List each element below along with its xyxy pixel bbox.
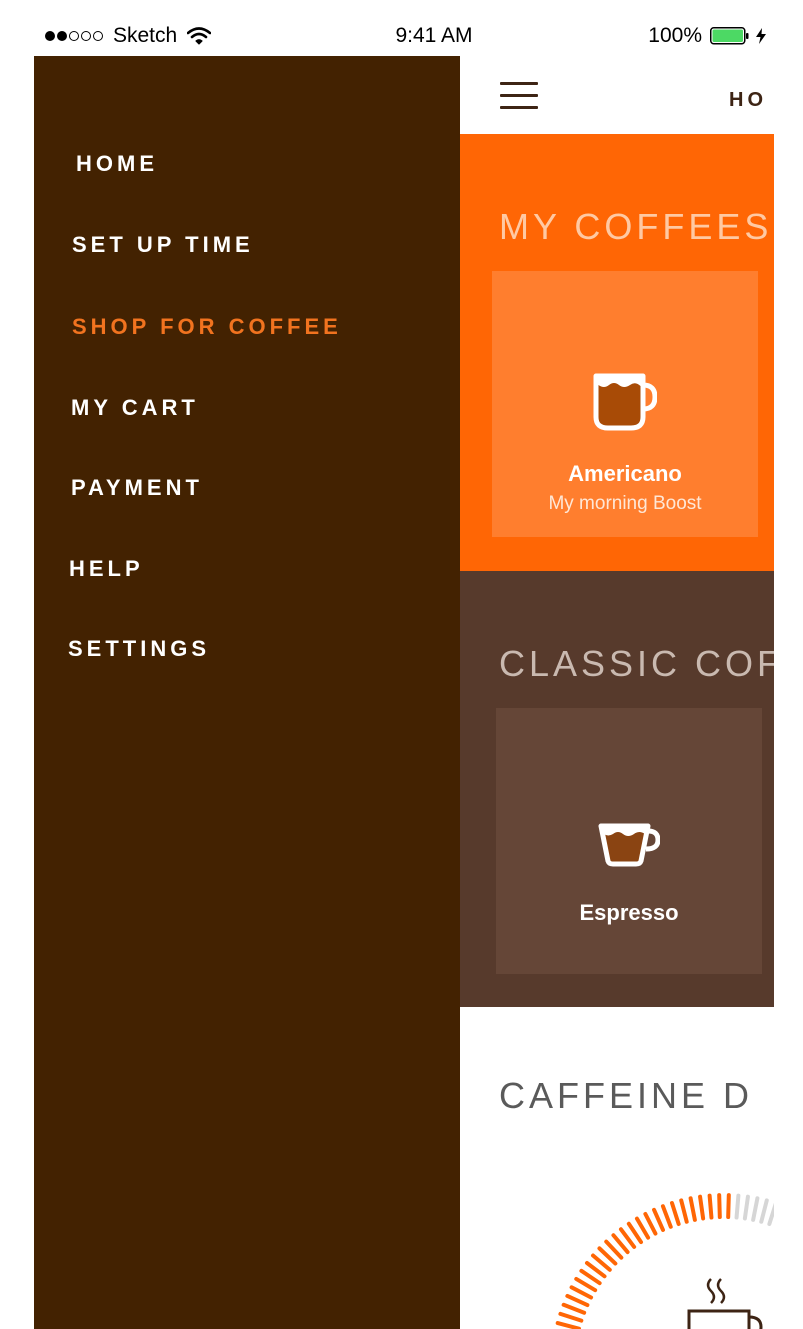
- nav-item-my-cart[interactable]: MY CART: [71, 395, 199, 421]
- status-right: 100%: [648, 24, 766, 48]
- hamburger-menu-icon[interactable]: [500, 82, 538, 112]
- gauge-tick: [569, 1285, 594, 1300]
- coffee-card-espresso[interactable]: Espresso: [496, 708, 762, 974]
- gauge-tick: [669, 1201, 681, 1227]
- gauge-tick: [565, 1293, 590, 1308]
- nav-item-set-up-time[interactable]: SET UP TIME: [72, 232, 254, 258]
- gauge-tick: [643, 1212, 658, 1236]
- gauge-tick: [734, 1193, 741, 1220]
- nav-item-help[interactable]: HELP: [69, 556, 144, 582]
- gauge-tick: [652, 1207, 665, 1232]
- gauge-tick: [660, 1204, 673, 1229]
- my-coffees-title: MY COFFEES: [499, 206, 773, 247]
- signal-strength-icon: [45, 31, 105, 41]
- caffeine-title: CAFFEINE D: [499, 1075, 754, 1116]
- nav-item-home[interactable]: HOME: [76, 151, 158, 177]
- gauge-tick: [717, 1193, 722, 1220]
- phone-screen: Sketch 9:41 AM 100% HO MY COFFEES Americ…: [34, 16, 774, 1329]
- gauge-tick: [726, 1193, 731, 1220]
- side-drawer: HOME SET UP TIME SHOP FOR COFFEE MY CART…: [34, 56, 460, 1329]
- gauge-tick: [742, 1194, 750, 1221]
- gauge-ticks: [555, 1193, 774, 1329]
- gauge-tick: [634, 1216, 651, 1240]
- nav-item-payment[interactable]: PAYMENT: [71, 475, 203, 501]
- gauge-tick: [561, 1302, 587, 1315]
- gauge-tick: [698, 1194, 706, 1221]
- gauge-tick: [751, 1196, 760, 1222]
- card-name: Americano: [568, 461, 682, 486]
- status-bar: Sketch 9:41 AM 100%: [34, 16, 774, 56]
- battery-icon: [710, 27, 749, 45]
- card-name: Espresso: [579, 900, 679, 925]
- gauge-tick: [679, 1198, 689, 1224]
- gauge-tick: [707, 1193, 714, 1220]
- header-title: HO: [729, 89, 767, 111]
- gauge-tick: [558, 1311, 584, 1323]
- gauge-tick: [574, 1276, 598, 1293]
- gauge-tick: [767, 1202, 774, 1227]
- charging-bolt-icon: [756, 28, 766, 44]
- gauge-tick: [555, 1321, 581, 1329]
- gauge-tick: [688, 1196, 697, 1222]
- caffeine-gauge: [555, 1193, 774, 1329]
- mug-icon: [492, 373, 758, 431]
- card-subtitle: My morning Boost: [548, 493, 702, 514]
- classic-coffees-title: CLASSIC COF: [499, 643, 774, 684]
- nav-item-settings[interactable]: SETTINGS: [68, 636, 210, 662]
- battery-percent: 100%: [648, 24, 702, 47]
- nav-item-shop-for-coffee[interactable]: SHOP FOR COFFEE: [72, 314, 342, 340]
- coffee-card-americano[interactable]: Americano My morning Boost: [492, 271, 758, 537]
- gauge-tick: [759, 1198, 769, 1224]
- espresso-cup-icon: [496, 823, 762, 867]
- steaming-cup-icon: [687, 1278, 763, 1329]
